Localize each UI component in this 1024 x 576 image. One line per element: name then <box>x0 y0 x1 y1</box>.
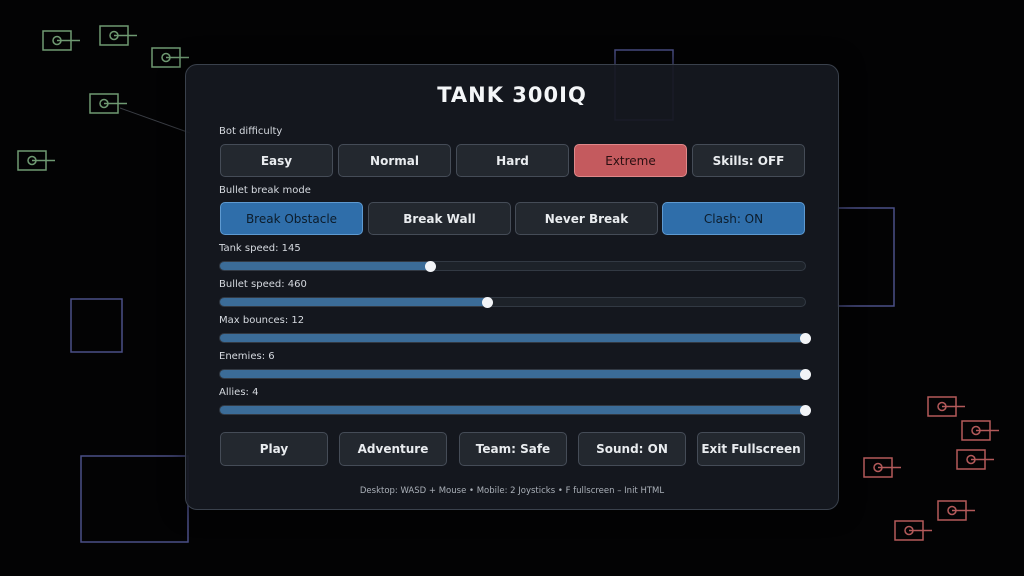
settings-panel: TANK 300IQ Bot difficulty Easy Normal Ha… <box>185 64 839 510</box>
enemy-tank <box>956 449 994 470</box>
slider-thumb[interactable] <box>799 332 811 344</box>
difficulty-hard-button[interactable]: Hard <box>456 144 569 177</box>
max-bounces-slider[interactable] <box>219 332 811 344</box>
difficulty-label: Bot difficulty <box>219 126 283 137</box>
slider-fill <box>220 370 805 378</box>
ally-tank <box>99 25 137 46</box>
team-mode-button[interactable]: Team: Safe <box>459 432 567 466</box>
game-title: TANK 300IQ <box>437 83 587 107</box>
bullet-mode-label: Bullet break mode <box>219 185 311 196</box>
slider-thumb[interactable] <box>799 404 811 416</box>
adventure-button[interactable]: Adventure <box>339 432 447 466</box>
bullet-speed-label: Bullet speed: 460 <box>219 279 307 290</box>
enemy-tank <box>961 420 999 441</box>
slider-fill <box>220 334 805 342</box>
slider-thumb[interactable] <box>799 368 811 380</box>
obstacle-block <box>70 298 123 353</box>
slider-thumb[interactable] <box>425 260 437 272</box>
slider-thumb[interactable] <box>482 296 494 308</box>
obstacle-block <box>80 455 189 543</box>
max-bounces-label: Max bounces: 12 <box>219 315 305 326</box>
exit-fullscreen-button[interactable]: Exit Fullscreen <box>697 432 805 466</box>
sound-toggle-button[interactable]: Sound: ON <box>578 432 686 466</box>
break-obstacle-button[interactable]: Break Obstacle <box>220 202 363 235</box>
difficulty-easy-button[interactable]: Easy <box>220 144 333 177</box>
enemy-tank <box>863 457 901 478</box>
clash-toggle-button[interactable]: Clash: ON <box>662 202 805 235</box>
controls-hint: Desktop: WASD + Mouse • Mobile: 2 Joysti… <box>359 486 665 496</box>
bullet-speed-slider[interactable] <box>219 296 806 308</box>
enemies-label: Enemies: 6 <box>219 351 275 362</box>
break-wall-button[interactable]: Break Wall <box>368 202 511 235</box>
slider-fill <box>220 406 805 414</box>
enemy-tank <box>937 500 975 521</box>
tank-speed-slider[interactable] <box>219 260 806 272</box>
ally-tank <box>151 47 189 68</box>
enemies-slider[interactable] <box>219 368 811 380</box>
allies-slider[interactable] <box>219 404 811 416</box>
difficulty-normal-button[interactable]: Normal <box>338 144 451 177</box>
difficulty-extreme-button[interactable]: Extreme <box>574 144 687 177</box>
allies-label: Allies: 4 <box>219 387 259 398</box>
slider-fill <box>220 298 488 306</box>
never-break-button[interactable]: Never Break <box>515 202 658 235</box>
play-button[interactable]: Play <box>220 432 328 466</box>
skills-toggle-button[interactable]: Skills: OFF <box>692 144 805 177</box>
enemy-tank <box>927 396 965 417</box>
slider-fill <box>220 262 431 270</box>
enemy-tank <box>894 520 932 541</box>
aim-line <box>119 107 191 134</box>
tank-speed-label: Tank speed: 145 <box>219 243 301 254</box>
ally-tank <box>42 30 80 51</box>
ally-tank <box>89 93 127 114</box>
obstacle-block <box>837 207 895 307</box>
ally-tank <box>17 150 55 171</box>
